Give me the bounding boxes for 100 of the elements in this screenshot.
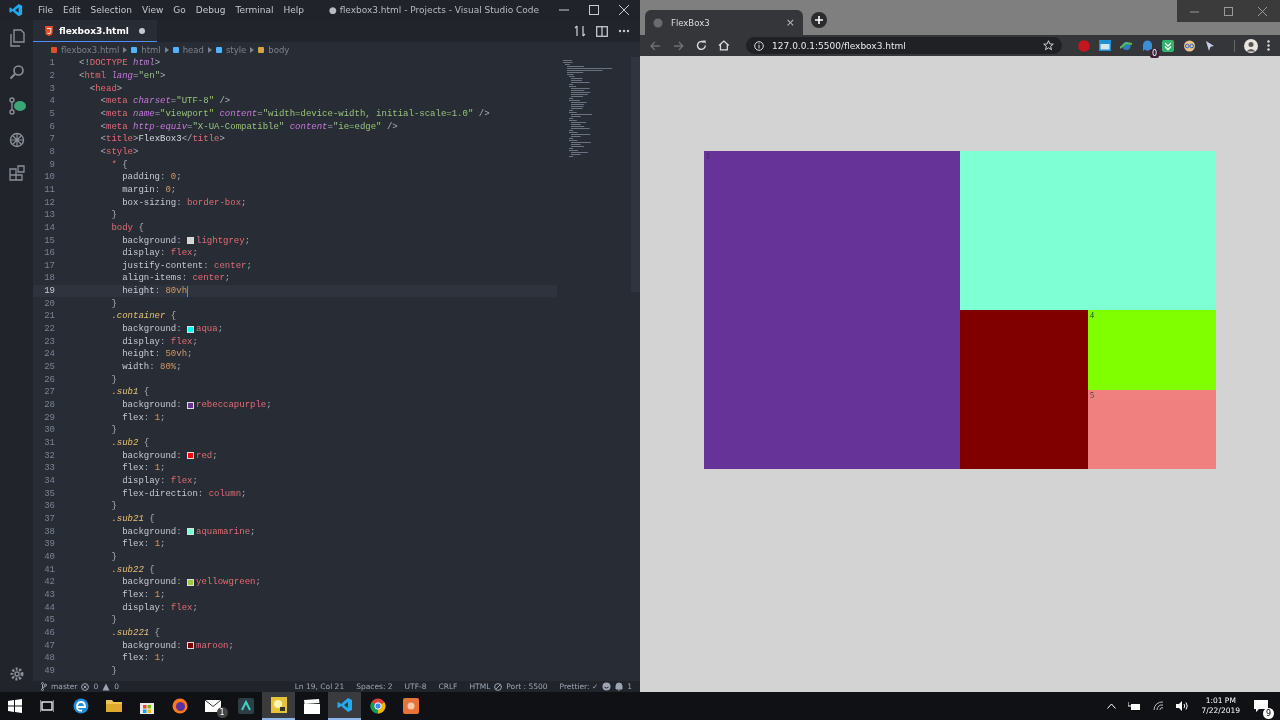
window-icon[interactable] — [1099, 40, 1111, 51]
battery-icon[interactable] — [1127, 701, 1141, 711]
app-square-icon — [402, 698, 419, 714]
code-text: rebeccapurple; — [196, 400, 272, 411]
code-text: flex: 1; — [121, 412, 166, 423]
line-number: 11 — [43, 184, 55, 195]
bell-icon[interactable] — [615, 682, 624, 691]
folder-icon — [105, 699, 122, 713]
taskbar-app[interactable]: 1 — [196, 692, 229, 720]
browser-tab[interactable]: FlexBox3 × — [645, 10, 803, 35]
menu-item[interactable]: Help — [278, 5, 309, 15]
color-swatch[interactable] — [187, 401, 195, 409]
code-text: background: — [121, 577, 183, 588]
double-chevron-icon[interactable] — [1162, 39, 1174, 52]
menu-item[interactable]: View — [137, 5, 169, 15]
code-text: yellowgreen; — [196, 577, 261, 588]
line-number: 14 — [43, 222, 55, 233]
code-text: body { — [110, 222, 144, 233]
code-text: } — [110, 501, 117, 512]
line-number: 3 — [48, 83, 55, 94]
code-text: .sub21 { — [110, 513, 155, 524]
breadcrumb-item[interactable]: head — [182, 44, 204, 55]
wifi-icon[interactable] — [1152, 701, 1164, 711]
menu-item[interactable]: Edit — [58, 5, 86, 15]
code-text: <meta charset="UTF-8" /> — [99, 96, 231, 107]
reload-icon[interactable] — [695, 40, 707, 51]
split-editor-icon[interactable] — [596, 25, 608, 37]
menu-item[interactable]: Debug — [190, 5, 231, 15]
color-swatch[interactable] — [187, 642, 195, 649]
taskbar-app[interactable] — [262, 692, 295, 720]
volume-icon[interactable] — [1175, 701, 1188, 711]
line-number: 25 — [43, 362, 55, 373]
search-icon[interactable] — [8, 64, 25, 80]
box-label: 1 — [706, 152, 710, 162]
debug-icon[interactable] — [8, 132, 25, 148]
color-swatch[interactable] — [187, 578, 195, 586]
extension-badge: 0 — [1149, 48, 1159, 58]
line-number: 9 — [48, 159, 55, 170]
code-text: box-sizing: border-box; — [121, 197, 247, 208]
breadcrumb-icon — [215, 46, 222, 53]
breadcrumb-item[interactable]: flexbox3.html — [61, 44, 120, 55]
new-tab-icon[interactable] — [811, 12, 827, 28]
code-text: display: flex; — [121, 602, 198, 613]
close-icon[interactable] — [619, 5, 629, 15]
code-text: } — [110, 551, 117, 562]
compare-icon[interactable] — [574, 25, 586, 37]
ghost-icon[interactable] — [1142, 39, 1153, 52]
code-text: background: — [121, 324, 183, 335]
forward-icon[interactable] — [672, 40, 684, 51]
line-number: 37 — [43, 513, 55, 524]
glasses-icon[interactable] — [1183, 39, 1196, 52]
line-number: 24 — [43, 349, 55, 360]
code-text: width: 80%; — [121, 362, 182, 373]
address-bar[interactable]: 127.0.0.1:5500/flexbox3.html — [746, 37, 1062, 54]
smiley-icon[interactable] — [602, 682, 612, 691]
breadcrumb-item[interactable]: style — [225, 44, 247, 55]
color-swatch[interactable] — [187, 325, 195, 333]
menu-item[interactable]: Selection — [85, 5, 137, 15]
color-swatch[interactable] — [187, 237, 195, 244]
extensions-icon[interactable] — [8, 165, 25, 181]
fox-globe-icon — [171, 698, 188, 714]
avatar-icon[interactable] — [1244, 38, 1258, 53]
chevron-up-icon[interactable] — [1106, 703, 1116, 709]
line-number: 45 — [43, 615, 55, 626]
line-number: 49 — [43, 665, 55, 676]
vscode-icon — [336, 697, 353, 713]
code-text: align-items: center; — [121, 273, 231, 284]
cursor-icon[interactable] — [1205, 39, 1215, 52]
globe-arrows-icon[interactable] — [1120, 39, 1133, 52]
windows-start-icon[interactable] — [8, 699, 22, 713]
notification-icon[interactable] — [1254, 699, 1268, 713]
source-control-icon[interactable] — [6, 97, 27, 115]
line-number: 39 — [43, 539, 55, 550]
maximize-icon[interactable] — [589, 5, 599, 15]
files-icon[interactable] — [8, 29, 25, 47]
line-number: 2 — [48, 71, 55, 81]
menu-item[interactable]: File — [33, 5, 59, 15]
code-text: } — [110, 298, 117, 309]
window-title: ● flexbox3.html - Projects - Visual Studio Code — [327, 5, 541, 15]
code-text: justify-content: center; — [121, 260, 252, 271]
more-icon[interactable] — [618, 29, 630, 33]
home-icon[interactable] — [718, 40, 731, 51]
color-swatch[interactable] — [187, 452, 195, 460]
back-icon[interactable] — [650, 40, 661, 51]
star-icon[interactable] — [1043, 40, 1054, 51]
breadcrumb-item[interactable]: body — [268, 44, 290, 55]
menu-item[interactable]: Terminal — [230, 5, 279, 15]
envelope-icon — [204, 700, 221, 712]
line-number: 21 — [43, 311, 55, 322]
color-swatch[interactable] — [187, 528, 195, 536]
menu-icon[interactable] — [1267, 40, 1270, 51]
code-text: flex-direction: column; — [121, 488, 247, 499]
minimap-drawing[interactable] — [563, 60, 613, 160]
task-view-icon[interactable] — [40, 700, 54, 712]
settings-icon[interactable] — [8, 666, 25, 682]
vscode-logo-icon — [9, 3, 23, 17]
menu-item[interactable]: Go — [168, 5, 191, 15]
breadcrumb-item[interactable]: html — [141, 44, 161, 55]
tab-close-button[interactable]: × — [785, 16, 795, 29]
editor-tab[interactable]: flexbox3.html — [33, 20, 157, 42]
